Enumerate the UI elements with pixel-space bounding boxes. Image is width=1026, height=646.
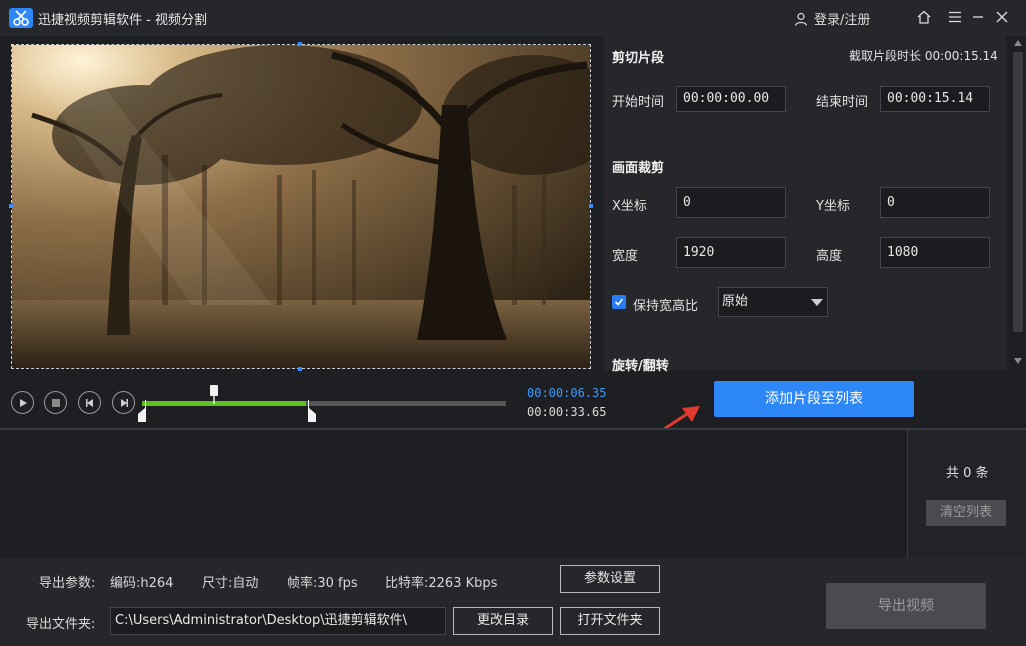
clip-duration: 截取片段时长 00:00:15.14 bbox=[849, 49, 998, 63]
video-preview[interactable] bbox=[11, 44, 591, 369]
x-coord-label: X坐标 bbox=[612, 199, 647, 214]
width-label: 宽度 bbox=[612, 249, 639, 264]
cut-section-title: 剪切片段 bbox=[612, 51, 665, 66]
step-back-icon bbox=[85, 398, 93, 407]
x-coord-input[interactable]: 0 bbox=[676, 187, 786, 218]
stop-icon bbox=[51, 398, 60, 407]
clip-list-sidebar bbox=[907, 430, 1026, 558]
play-icon bbox=[19, 398, 27, 407]
export-folder-path[interactable]: C:\Users\Administrator\Desktop\迅捷剪辑软件\ bbox=[110, 607, 446, 635]
user-icon bbox=[794, 12, 808, 26]
codec-info: 编码:h264 bbox=[110, 576, 174, 591]
close-icon bbox=[996, 11, 1008, 23]
next-frame-button[interactable] bbox=[112, 391, 135, 414]
width-input[interactable]: 1920 bbox=[676, 237, 786, 268]
minimize-button[interactable] bbox=[969, 8, 987, 26]
menu-icon bbox=[949, 11, 961, 23]
app-logo-icon bbox=[9, 8, 33, 28]
timeline-track[interactable] bbox=[142, 401, 506, 406]
chevron-down-icon bbox=[811, 299, 823, 306]
export-folder-label: 导出文件夹: bbox=[26, 617, 96, 632]
end-time-label: 结束时间 bbox=[816, 95, 869, 110]
video-frame-image bbox=[12, 45, 590, 368]
aspect-ratio-value: 原始 bbox=[722, 294, 749, 309]
clear-list-button[interactable]: 清空列表 bbox=[926, 500, 1006, 526]
window-title: 迅捷视频剪辑软件 - 视频分割 bbox=[38, 13, 207, 28]
minimize-icon bbox=[973, 16, 983, 18]
title-bar: 迅捷视频剪辑软件 - 视频分割 登录/注册 bbox=[0, 0, 1026, 36]
param-settings-button[interactable]: 参数设置 bbox=[560, 565, 660, 593]
scrollbar-thumb[interactable] bbox=[1013, 52, 1023, 332]
prev-frame-button[interactable] bbox=[78, 391, 101, 414]
clip-count: 共 0 条 bbox=[946, 466, 989, 481]
clip-list[interactable] bbox=[0, 430, 906, 558]
add-clip-button[interactable]: 添加片段至列表 bbox=[714, 381, 914, 417]
aspect-ratio-select[interactable]: 原始 bbox=[718, 287, 828, 317]
keep-ratio-label: 保持宽高比 bbox=[633, 299, 699, 314]
height-label: 高度 bbox=[816, 249, 843, 264]
check-icon bbox=[614, 298, 624, 306]
crop-handle-right[interactable] bbox=[589, 204, 593, 208]
settings-scrollbar[interactable] bbox=[1010, 36, 1026, 370]
play-button[interactable] bbox=[11, 391, 34, 414]
start-time-label: 开始时间 bbox=[612, 95, 665, 110]
home-icon bbox=[917, 10, 931, 24]
export-video-button[interactable]: 导出视频 bbox=[826, 583, 986, 629]
home-button[interactable] bbox=[915, 8, 933, 26]
menu-button[interactable] bbox=[946, 8, 964, 26]
scroll-down-icon[interactable] bbox=[1014, 358, 1022, 364]
keep-ratio-checkbox[interactable] bbox=[612, 295, 626, 309]
height-input[interactable]: 1080 bbox=[880, 237, 990, 268]
step-forward-icon bbox=[120, 398, 128, 407]
size-info: 尺寸:自动 bbox=[202, 576, 259, 591]
rotate-section-title: 旋转/翻转 bbox=[612, 359, 669, 374]
range-start-handle[interactable] bbox=[137, 400, 147, 422]
y-coord-input[interactable]: 0 bbox=[880, 187, 990, 218]
total-time: 00:00:33.65 bbox=[527, 405, 607, 419]
stop-button[interactable] bbox=[44, 391, 67, 414]
crop-handle-top[interactable] bbox=[298, 42, 302, 46]
selected-range-fill bbox=[142, 401, 306, 406]
fps-info: 帧率:30 fps bbox=[287, 576, 358, 591]
open-folder-button[interactable]: 打开文件夹 bbox=[560, 607, 660, 635]
export-params-label: 导出参数: bbox=[39, 576, 96, 591]
start-time-input[interactable]: 00:00:00.00 bbox=[676, 86, 786, 112]
playhead-handle[interactable] bbox=[209, 385, 219, 405]
crop-handle-bottom[interactable] bbox=[298, 367, 302, 371]
close-button[interactable] bbox=[993, 8, 1011, 26]
scroll-up-icon[interactable] bbox=[1014, 40, 1022, 46]
login-label: 登录/注册 bbox=[814, 13, 871, 28]
bitrate-info: 比特率:2263 Kbps bbox=[385, 576, 498, 591]
crop-handle-left[interactable] bbox=[9, 204, 13, 208]
y-coord-label: Y坐标 bbox=[816, 199, 850, 214]
end-time-input[interactable]: 00:00:15.14 bbox=[880, 86, 990, 112]
range-end-handle[interactable] bbox=[307, 400, 317, 422]
crop-section-title: 画面裁剪 bbox=[612, 161, 665, 176]
change-directory-button[interactable]: 更改目录 bbox=[453, 607, 553, 635]
login-link[interactable]: 登录/注册 bbox=[794, 9, 870, 28]
current-time: 00:00:06.35 bbox=[527, 386, 607, 400]
